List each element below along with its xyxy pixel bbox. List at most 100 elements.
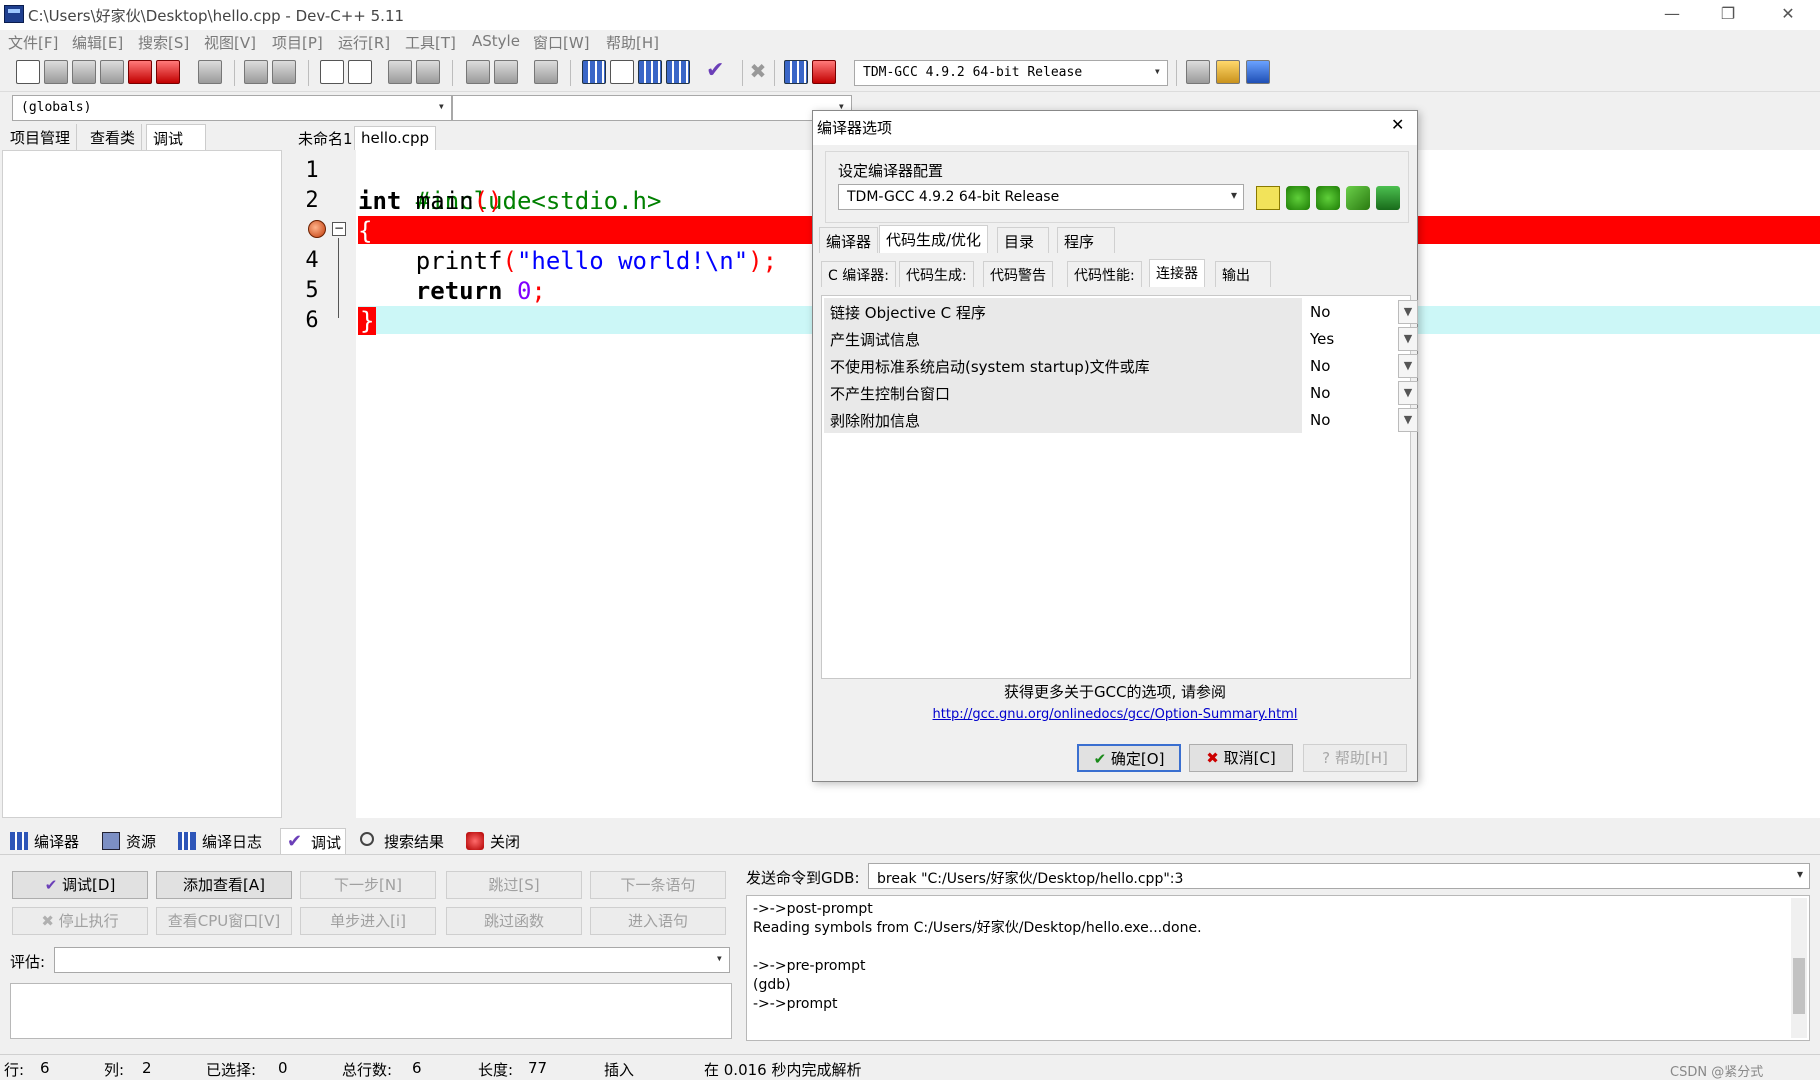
- project-options-icon[interactable]: [1186, 60, 1210, 84]
- compiler-select[interactable]: TDM-GCC 4.9.2 64-bit Release ▾: [854, 60, 1168, 86]
- menu-search[interactable]: 搜索[S]: [138, 32, 189, 53]
- redo-icon[interactable]: [272, 60, 296, 84]
- tab-resources[interactable]: 资源: [96, 828, 160, 854]
- gdb-command-input[interactable]: break "C:/Users/好家伙/Desktop/hello.cpp":3…: [868, 863, 1810, 889]
- step-into-button[interactable]: 单步进入[i]: [300, 907, 436, 935]
- menu-file[interactable]: 文件[F]: [8, 32, 58, 53]
- close-all-icon[interactable]: [156, 60, 180, 84]
- tab-search-results[interactable]: 搜索结果: [354, 828, 448, 854]
- breakpoint-icon[interactable]: [308, 220, 326, 238]
- option-value[interactable]: No: [1310, 411, 1330, 429]
- replace-icon[interactable]: [348, 60, 372, 84]
- dialog-close-button[interactable]: ✕: [1391, 115, 1404, 134]
- option-value[interactable]: No: [1310, 303, 1330, 321]
- cpu-window-button[interactable]: 查看CPU窗口[V]: [156, 907, 292, 935]
- package-icon[interactable]: [1216, 60, 1240, 84]
- goto-line-icon[interactable]: [416, 60, 440, 84]
- stop-icon[interactable]: ✖: [746, 60, 770, 84]
- gdb-output-scrollbar[interactable]: [1791, 898, 1807, 1038]
- tab-hello-cpp[interactable]: hello.cpp: [354, 126, 437, 150]
- forward-icon[interactable]: [494, 60, 518, 84]
- menu-astyle[interactable]: AStyle: [472, 32, 520, 50]
- tab-programs[interactable]: 程序: [1057, 227, 1115, 253]
- chevron-down-icon[interactable]: ▼: [1398, 408, 1418, 432]
- menu-project[interactable]: 项目[P]: [272, 32, 323, 53]
- comment-icon[interactable]: [534, 60, 558, 84]
- restore-button[interactable]: ❐: [1700, 0, 1756, 30]
- option-value[interactable]: Yes: [1310, 330, 1334, 348]
- menu-view[interactable]: 视图[V]: [204, 32, 256, 53]
- tab-compile-log[interactable]: 编译日志: [172, 828, 266, 854]
- minimize-button[interactable]: —: [1644, 0, 1700, 30]
- about-icon[interactable]: [1246, 60, 1270, 84]
- chevron-down-icon[interactable]: ▼: [1398, 327, 1418, 351]
- new-file-icon[interactable]: [16, 60, 40, 84]
- chart-icon[interactable]: [784, 60, 808, 84]
- subtab-linker[interactable]: 连接器: [1149, 259, 1205, 287]
- menu-window[interactable]: 窗口[W]: [533, 32, 590, 53]
- run-icon[interactable]: [610, 60, 634, 84]
- menu-run[interactable]: 运行[R]: [338, 32, 390, 53]
- globals-select[interactable]: (globals) ▾: [12, 95, 452, 121]
- gdb-output[interactable]: ->->post-prompt Reading symbols from C:/…: [746, 895, 1810, 1041]
- functions-select[interactable]: ▾: [452, 95, 852, 121]
- menu-edit[interactable]: 编辑[E]: [72, 32, 123, 53]
- undo-icon[interactable]: [244, 60, 268, 84]
- close-file-icon[interactable]: [128, 60, 152, 84]
- chevron-down-icon[interactable]: ▼: [1398, 354, 1418, 378]
- ok-button[interactable]: ✔ 确定[O]: [1077, 744, 1181, 772]
- option-value[interactable]: No: [1310, 384, 1330, 402]
- eval-input[interactable]: ▾: [54, 947, 730, 973]
- chevron-down-icon[interactable]: ▼: [1398, 300, 1418, 324]
- add-config-icon[interactable]: [1286, 186, 1310, 210]
- profile-icon[interactable]: [812, 60, 836, 84]
- help-button[interactable]: ? 帮助[H]: [1303, 744, 1407, 772]
- tab-classes[interactable]: 查看类: [84, 124, 143, 150]
- menu-tools[interactable]: 工具[T]: [405, 32, 456, 53]
- add-config-folder-icon[interactable]: [1316, 186, 1340, 210]
- compile-icon[interactable]: [582, 60, 606, 84]
- next-statement-button[interactable]: 下一条语句: [590, 871, 726, 899]
- find-icon[interactable]: [320, 60, 344, 84]
- rename-config-icon[interactable]: [1256, 186, 1280, 210]
- debug-check-icon[interactable]: ✔: [706, 60, 730, 84]
- back-icon[interactable]: [466, 60, 490, 84]
- rebuild-icon[interactable]: [666, 60, 690, 84]
- debug-button[interactable]: ✔ 调试[D]: [12, 871, 148, 899]
- fold-toggle-icon[interactable]: −: [332, 222, 346, 236]
- tab-directories[interactable]: 目录: [997, 227, 1049, 253]
- tab-project[interactable]: 项目管理: [4, 124, 78, 150]
- tab-codegen[interactable]: 代码生成/优化: [879, 225, 989, 253]
- save-icon[interactable]: [72, 60, 96, 84]
- step-into-statement-button[interactable]: 进入语句: [590, 907, 726, 935]
- subtab-c-compiler[interactable]: C 编译器:: [821, 261, 896, 287]
- option-value[interactable]: No: [1310, 357, 1330, 375]
- subtab-codegen[interactable]: 代码生成:: [899, 261, 974, 287]
- close-window-button[interactable]: ✕: [1760, 0, 1816, 30]
- config-select[interactable]: TDM-GCC 4.9.2 64-bit Release ▾: [838, 184, 1244, 210]
- eval-result-area[interactable]: [10, 983, 732, 1039]
- print-icon[interactable]: [198, 60, 222, 84]
- tab-compiler-output[interactable]: 编译器: [4, 828, 83, 854]
- chevron-down-icon[interactable]: ▼: [1398, 381, 1418, 405]
- find-config-icon[interactable]: [1346, 186, 1370, 210]
- tab-close[interactable]: 关闭: [460, 828, 524, 854]
- indent-icon[interactable]: [388, 60, 412, 84]
- tab-compiler[interactable]: 编译器: [819, 227, 879, 253]
- save-all-icon[interactable]: [100, 60, 124, 84]
- subtab-performance[interactable]: 代码性能:: [1067, 261, 1142, 287]
- tab-debug[interactable]: 调试: [146, 124, 206, 150]
- gcc-options-link[interactable]: http://gcc.gnu.org/onlinedocs/gcc/Option…: [813, 707, 1417, 722]
- compile-run-icon[interactable]: [638, 60, 662, 84]
- menu-help[interactable]: 帮助[H]: [606, 32, 659, 53]
- delete-config-icon[interactable]: [1376, 186, 1400, 210]
- scrollbar-thumb[interactable]: [1793, 958, 1805, 1014]
- tab-untitled[interactable]: 未命名1: [292, 126, 359, 150]
- add-watch-button[interactable]: 添加查看[A]: [156, 871, 292, 899]
- open-file-icon[interactable]: [44, 60, 68, 84]
- next-step-button[interactable]: 下一步[N]: [300, 871, 436, 899]
- tab-debug-output[interactable]: ✔ 调试: [280, 828, 347, 854]
- subtab-warnings[interactable]: 代码警告: [983, 261, 1053, 287]
- skip-function-button[interactable]: 跳过函数: [446, 907, 582, 935]
- subtab-output[interactable]: 输出: [1215, 261, 1271, 287]
